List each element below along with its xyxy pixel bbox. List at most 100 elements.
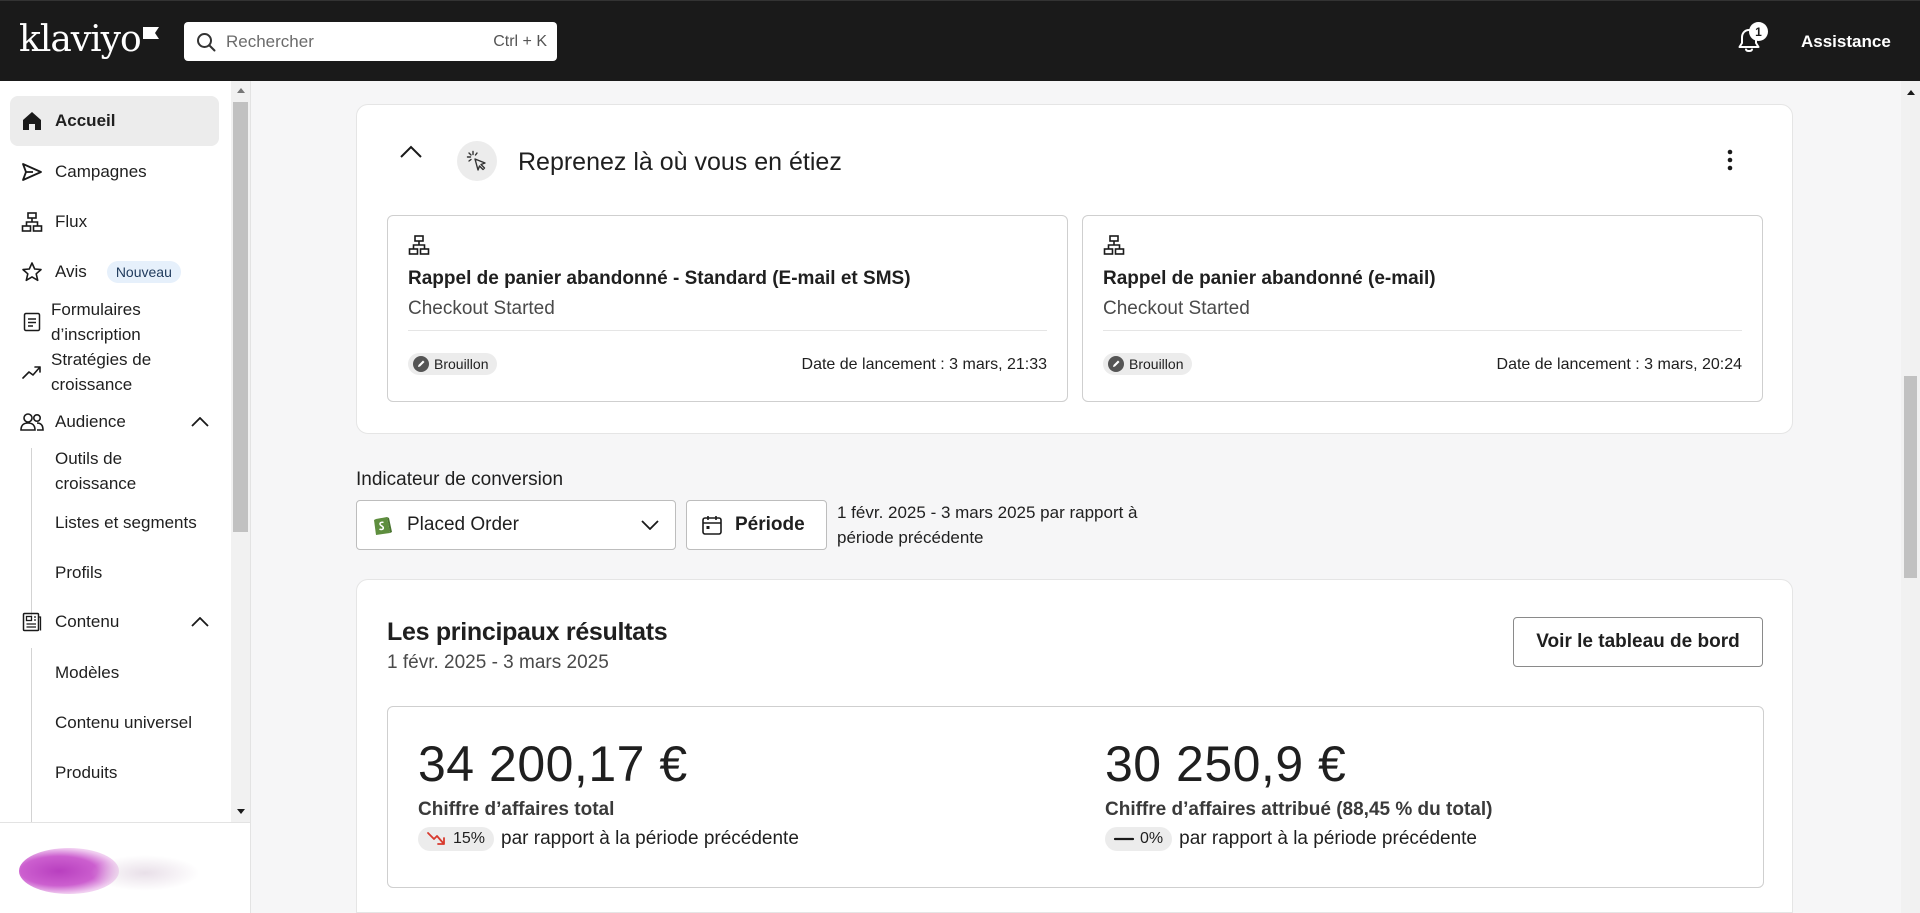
top-bar: klaviyo Ctrl + K 1 Assistance bbox=[0, 0, 1920, 81]
metric-comparison: 0% par rapport à la période précédente bbox=[1105, 827, 1492, 851]
sidebar-subitem-produits[interactable]: Produits bbox=[55, 760, 117, 785]
change-value: 15% bbox=[453, 830, 486, 847]
change-pill: 15% bbox=[418, 827, 495, 851]
scroll-down-arrow-icon[interactable] bbox=[237, 809, 245, 814]
period-button-label: Période bbox=[735, 514, 805, 535]
metric-value: 34 200,17 € bbox=[418, 736, 688, 792]
sidebar-subitem-listes[interactable]: Listes et segments bbox=[55, 510, 197, 535]
comparison-text: par rapport à la période précédente bbox=[501, 828, 799, 849]
notification-badge: 1 bbox=[1749, 22, 1768, 41]
status-badge: Brouillon bbox=[1103, 353, 1193, 375]
sidebar-item-contenu[interactable]: Contenu bbox=[10, 597, 219, 647]
sidebar-item-formulaires[interactable]: Formulaires d’inscription bbox=[10, 297, 219, 347]
more-options-icon[interactable] bbox=[1727, 149, 1733, 171]
chevron-up-icon[interactable] bbox=[399, 145, 423, 159]
sidebar-item-label: Avis bbox=[55, 262, 87, 281]
chevron-up-icon[interactable] bbox=[191, 417, 209, 427]
search-shortcut: Ctrl + K bbox=[493, 32, 547, 50]
account-name-blurred bbox=[90, 855, 200, 891]
account-switcher[interactable] bbox=[0, 822, 250, 913]
sidebar-subitem-outils[interactable]: Outils de croissance bbox=[55, 446, 205, 496]
comparison-text: par rapport à la période précédente bbox=[1179, 828, 1477, 849]
klaviyo-logo[interactable]: klaviyo bbox=[19, 19, 160, 60]
results-card: Les principaux résultats 1 févr. 2025 - … bbox=[356, 579, 1793, 913]
sidebar-item-audience[interactable]: Audience bbox=[10, 397, 219, 447]
sidebar-subitem-profils[interactable]: Profils bbox=[55, 560, 102, 585]
view-dashboard-button[interactable]: Voir le tableau de bord bbox=[1513, 617, 1763, 667]
chevron-down-icon bbox=[641, 520, 659, 530]
sidebar-item-label: Campagnes bbox=[55, 162, 147, 181]
resume-card: Reprenez là où vous en étiez Rappel de p… bbox=[356, 104, 1793, 434]
metric-total-revenue: 34 200,17 € Chiffre d’affaires total 15%… bbox=[418, 735, 799, 851]
sidebar-item-campagnes[interactable]: Campagnes bbox=[10, 147, 219, 197]
sidebar-scroll-thumb[interactable] bbox=[233, 102, 248, 532]
flow-icon bbox=[1103, 235, 1125, 255]
shopify-icon bbox=[374, 517, 392, 535]
sidebar-subitem-modeles[interactable]: Modèles bbox=[55, 660, 119, 685]
people-icon bbox=[20, 410, 44, 434]
main-scrollbar[interactable] bbox=[1901, 81, 1920, 913]
results-date-range: 1 févr. 2025 - 3 mars 2025 bbox=[387, 652, 609, 673]
change-pill: 0% bbox=[1105, 827, 1173, 851]
flow-card[interactable]: Rappel de panier abandonné - Standard (E… bbox=[387, 215, 1068, 402]
content-icon bbox=[20, 610, 44, 634]
search-input[interactable] bbox=[226, 31, 494, 52]
trend-down-icon bbox=[427, 832, 445, 845]
period-description: 1 févr. 2025 - 3 mars 2025 par rapport à… bbox=[837, 503, 1138, 547]
launch-date: Date de lancement : 3 mars, 21:33 bbox=[801, 356, 1047, 373]
sidebar-item-label: Contenu bbox=[55, 612, 120, 631]
selected-metric: Placed Order bbox=[407, 514, 519, 535]
audience-sub-line bbox=[31, 448, 32, 621]
conversion-metric-label: Indicateur de conversion bbox=[356, 469, 564, 490]
flow-card[interactable]: Rappel de panier abandonné (e-mail) Chec… bbox=[1082, 215, 1763, 402]
sidebar-scrollbar[interactable] bbox=[231, 81, 250, 822]
draft-icon bbox=[413, 356, 429, 372]
chevron-up-icon[interactable] bbox=[191, 617, 209, 627]
sidebar-item-flux[interactable]: Flux bbox=[10, 197, 219, 247]
flow-title: Rappel de panier abandonné (e-mail) bbox=[1103, 268, 1436, 289]
status-label: Brouillon bbox=[434, 356, 489, 372]
calendar-icon bbox=[702, 516, 722, 535]
help-link[interactable]: Assistance bbox=[1801, 32, 1891, 52]
conversion-metric-select[interactable]: Placed Order bbox=[356, 500, 676, 550]
send-icon bbox=[20, 160, 44, 184]
logo-flag-icon bbox=[142, 27, 159, 39]
period-button[interactable]: Période bbox=[686, 500, 827, 550]
flow-icon bbox=[408, 235, 430, 255]
metric-attributed-revenue: 30 250,9 € Chiffre d’affaires attribué (… bbox=[1105, 735, 1492, 851]
star-icon bbox=[20, 260, 44, 284]
metric-comparison: 15% par rapport à la période précédente bbox=[418, 827, 799, 851]
sidebar-item-label: Stratégies de croissance bbox=[51, 350, 152, 394]
change-value: 0% bbox=[1140, 830, 1164, 847]
sidebar-nav: Accueil Campagnes Flux Avis Nouveau Form… bbox=[0, 81, 231, 822]
sidebar-item-label: Audience bbox=[55, 412, 126, 431]
scroll-up-arrow-icon[interactable] bbox=[1907, 90, 1915, 95]
sidebar: Accueil Campagnes Flux Avis Nouveau Form… bbox=[0, 81, 251, 913]
status-label: Brouillon bbox=[1129, 356, 1184, 372]
metric-value: 30 250,9 € bbox=[1105, 736, 1347, 792]
trend-icon bbox=[20, 360, 44, 384]
sidebar-item-label: Formulaires d’inscription bbox=[51, 300, 141, 344]
sidebar-item-accueil[interactable]: Accueil bbox=[10, 96, 219, 146]
metric-label: Chiffre d’affaires attribué (88,45 % du … bbox=[1105, 799, 1493, 820]
search-icon bbox=[197, 32, 216, 51]
flow-trigger: Checkout Started bbox=[408, 298, 555, 319]
main-scroll-thumb[interactable] bbox=[1904, 376, 1917, 578]
divider bbox=[408, 330, 1047, 331]
sidebar-item-label: Accueil bbox=[55, 111, 116, 130]
sidebar-item-label: Flux bbox=[55, 212, 88, 231]
resume-title: Reprenez là où vous en étiez bbox=[518, 148, 842, 176]
status-badge: Brouillon bbox=[408, 353, 498, 375]
scroll-up-arrow-icon[interactable] bbox=[237, 88, 245, 93]
logo-text: klaviyo bbox=[19, 19, 142, 60]
sidebar-item-avis[interactable]: Avis Nouveau bbox=[10, 247, 219, 297]
sidebar-item-strategies[interactable]: Stratégies de croissance bbox=[10, 347, 219, 397]
metrics-panel: 34 200,17 € Chiffre d’affaires total 15%… bbox=[387, 706, 1764, 888]
home-icon bbox=[20, 109, 44, 133]
results-title: Les principaux résultats bbox=[387, 618, 668, 646]
flow-title: Rappel de panier abandonné - Standard (E… bbox=[408, 268, 911, 289]
new-badge: Nouveau bbox=[106, 261, 181, 283]
launch-date: Date de lancement : 3 mars, 20:24 bbox=[1496, 356, 1742, 373]
search-bar[interactable]: Ctrl + K bbox=[184, 22, 557, 61]
sidebar-subitem-contenu-universel[interactable]: Contenu universel bbox=[55, 710, 192, 735]
